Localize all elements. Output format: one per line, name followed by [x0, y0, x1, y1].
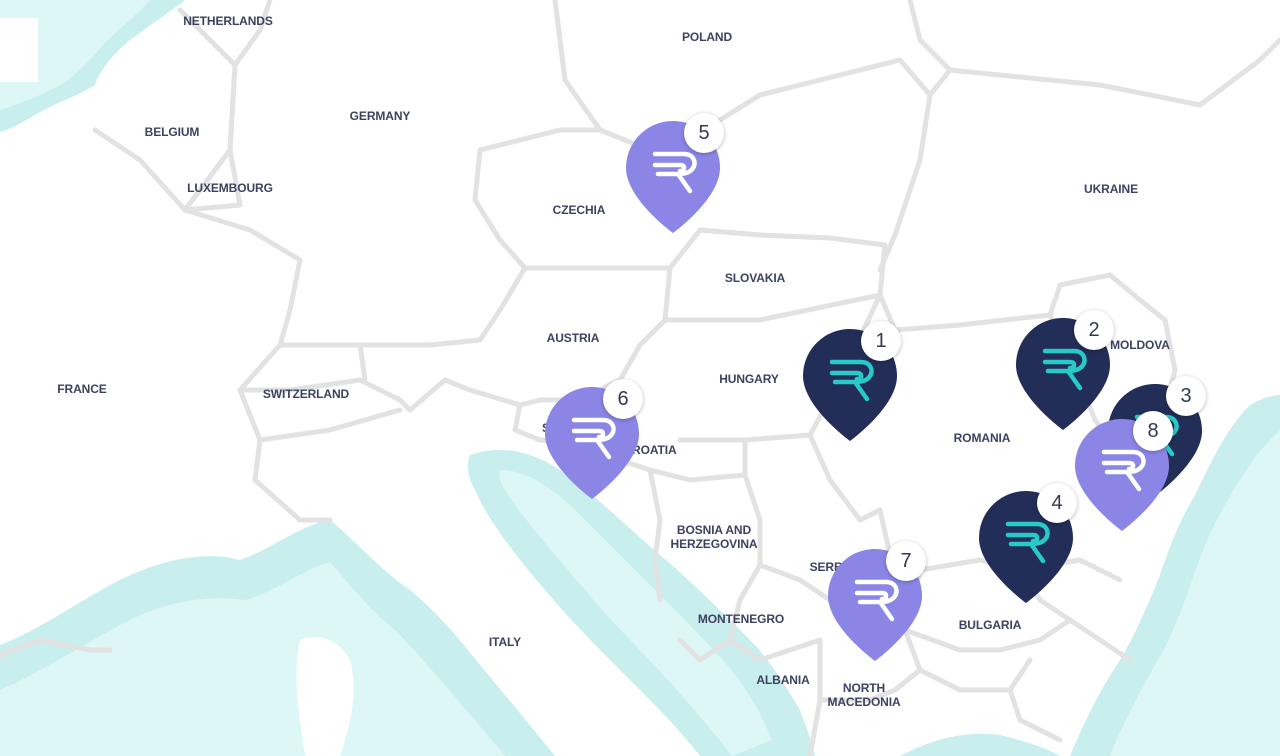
- location-marker-2[interactable]: 2: [1016, 310, 1114, 430]
- country-label-moldova: MOLDOVA: [1110, 338, 1170, 352]
- country-label-belgium: BELGIUM: [144, 125, 200, 139]
- country-label-poland: POLAND: [681, 30, 733, 44]
- island: [296, 636, 354, 756]
- country-label-slovakia: SLOVAKIA: [724, 271, 786, 285]
- location-marker-6[interactable]: 6: [545, 379, 643, 499]
- country-label-austria: AUSTRIA: [546, 331, 600, 345]
- location-marker-1[interactable]: 1: [803, 321, 901, 441]
- marker-number-badge: 6: [603, 379, 643, 419]
- marker-number-badge: 7: [886, 541, 926, 581]
- country-label-romania: ROMANIA: [953, 431, 1011, 445]
- marker-number-badge: 1: [861, 321, 901, 361]
- country-label-luxembourg: LUXEMBOURG: [187, 181, 273, 195]
- country-label-montenegro: MONTENEGRO: [697, 612, 785, 626]
- country-label-switzerland: SWITZERLAND: [262, 387, 350, 401]
- marker-number-badge: 3: [1166, 376, 1206, 416]
- location-marker-7[interactable]: 7: [828, 541, 926, 661]
- marker-number-badge: 2: [1074, 310, 1114, 350]
- country-label-hungary: HUNGARY: [719, 372, 779, 386]
- marker-number-badge: 4: [1037, 483, 1077, 523]
- country-label-north-macedonia: NORTH MACEDONIA: [827, 681, 901, 709]
- location-marker-8[interactable]: 8: [1075, 411, 1173, 531]
- country-label-bulgaria: BULGARIA: [958, 618, 1022, 632]
- marker-number-badge: 5: [684, 113, 724, 153]
- country-label-bosnia-and-herzegovina: BOSNIA AND HERZEGOVINA: [670, 523, 758, 551]
- coast-inset: [0, 18, 38, 82]
- country-label-germany: GERMANY: [349, 109, 411, 123]
- marker-number-badge: 8: [1133, 411, 1173, 451]
- country-label-netherlands: NETHERLANDS: [183, 14, 273, 28]
- country-label-albania: ALBANIA: [756, 673, 810, 687]
- country-label-ukraine: UKRAINE: [1084, 182, 1138, 196]
- location-marker-4[interactable]: 4: [979, 483, 1077, 603]
- country-label-czechia: CZECHIA: [552, 203, 606, 217]
- location-marker-5[interactable]: 5: [626, 113, 724, 233]
- country-label-france: FRANCE: [57, 382, 107, 396]
- country-label-italy: ITALY: [488, 635, 522, 649]
